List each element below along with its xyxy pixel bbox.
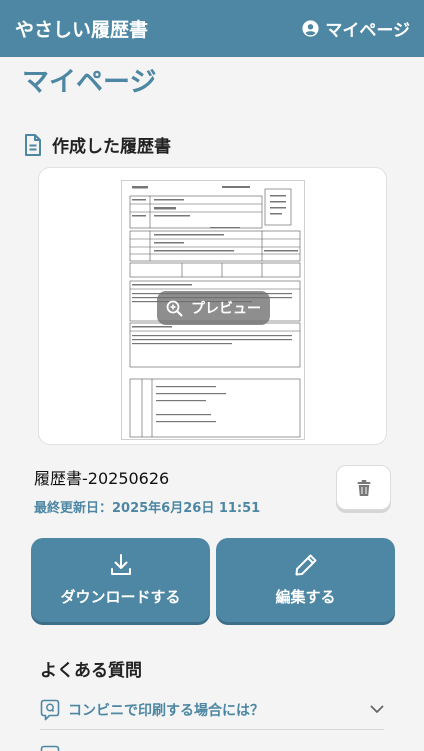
edit-button[interactable]: 編集する xyxy=(216,538,395,622)
resume-name: 履歴書-20250626 xyxy=(34,469,170,488)
preview-label: プレビュー xyxy=(191,301,261,317)
section-title: 作成した履歴書 xyxy=(52,137,171,157)
faq-item[interactable]: コンビニで印刷する場合には？ xyxy=(40,690,384,730)
user-circle-icon xyxy=(302,20,319,37)
last-updated: 最終更新日：2025年6月26日 11:51 xyxy=(34,501,261,516)
faq-title: よくある質問 xyxy=(40,661,142,681)
document-icon xyxy=(25,133,41,156)
delete-button[interactable] xyxy=(336,465,391,510)
download-label: ダウンロードする xyxy=(60,588,181,606)
resume-preview-card[interactable]: プレビュー xyxy=(38,167,387,445)
edit-label: 編集する xyxy=(275,588,336,606)
page-title: マイページ xyxy=(22,67,157,98)
chevron-down-icon xyxy=(370,705,384,713)
brand-logo[interactable]: やさしい履歴書 xyxy=(15,15,148,42)
mypage-label: マイページ xyxy=(325,21,410,41)
question-icon xyxy=(40,745,60,751)
app-header: やさしい履歴書 マイページ xyxy=(0,0,424,57)
section-heading: 作成した履歴書 xyxy=(24,132,171,157)
preview-button[interactable]: プレビュー xyxy=(157,291,270,325)
download-button[interactable]: ダウンロードする xyxy=(31,538,210,622)
trash-icon xyxy=(357,479,370,496)
pencil-icon xyxy=(295,554,316,576)
mypage-link[interactable]: マイページ xyxy=(302,16,410,41)
zoom-in-icon xyxy=(166,300,183,316)
faq-question: コンビニで印刷する場合には？ xyxy=(68,702,264,719)
download-icon xyxy=(110,554,131,575)
faq-item-partial[interactable] xyxy=(40,742,60,751)
question-icon xyxy=(40,699,60,720)
